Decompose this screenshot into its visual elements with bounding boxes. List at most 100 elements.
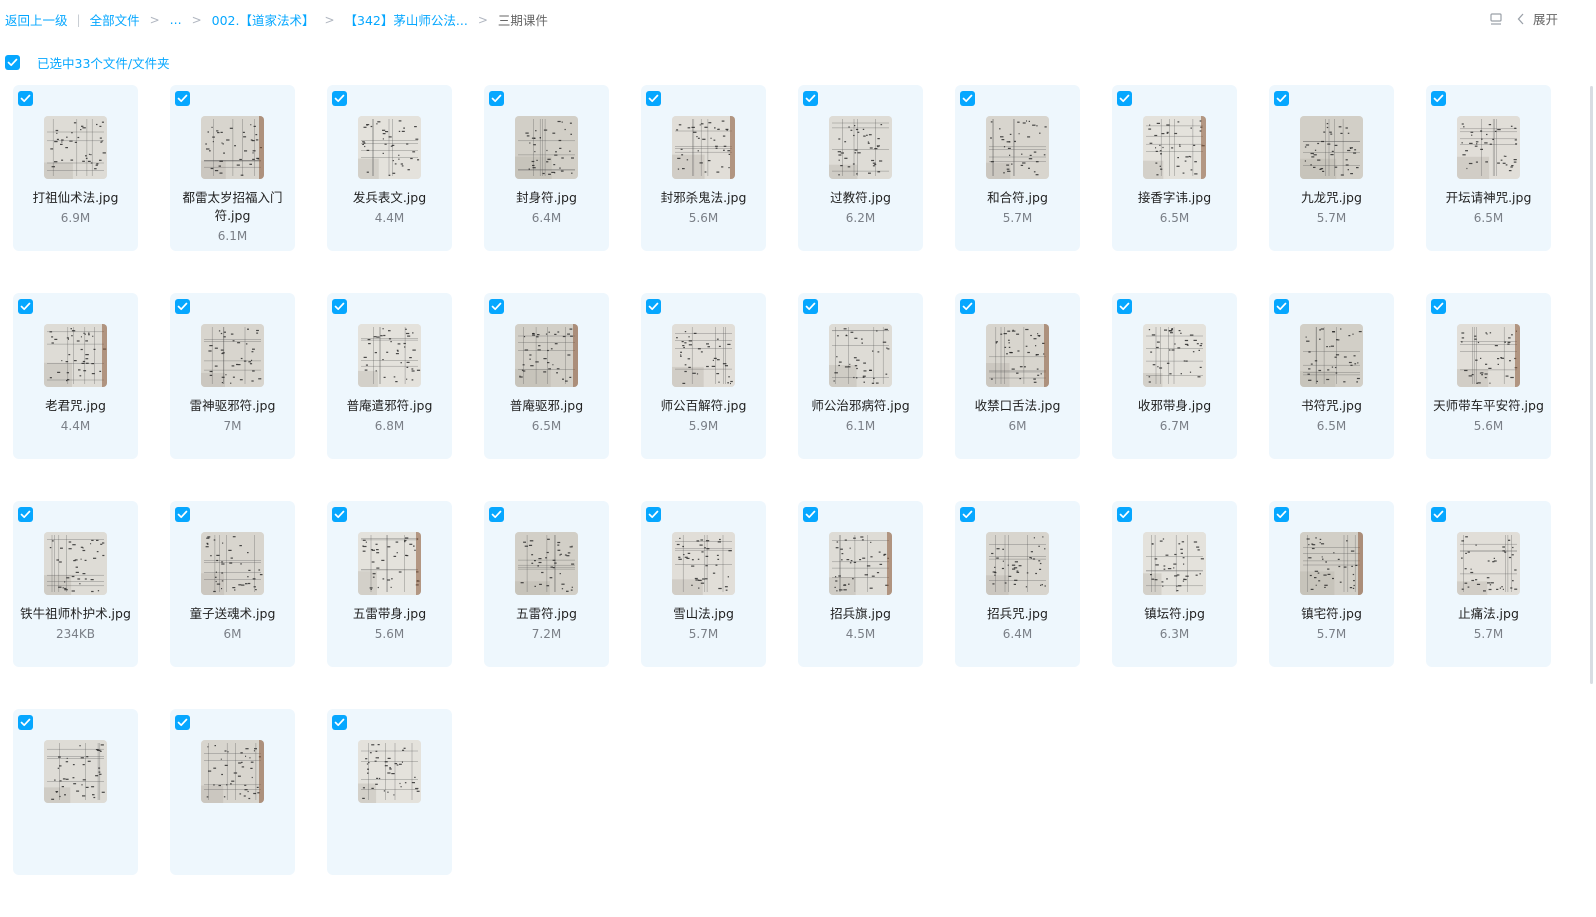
- file-card[interactable]: 封身符.jpg 6.4M: [484, 85, 609, 251]
- file-checkbox[interactable]: [332, 299, 347, 314]
- file-checkbox[interactable]: [1274, 299, 1289, 314]
- file-checkbox[interactable]: [1274, 91, 1289, 106]
- breadcrumb-level1[interactable]: 002.【道家法术】: [212, 10, 315, 29]
- file-card[interactable]: 收邪带身.jpg 6.7M: [1112, 293, 1237, 459]
- file-card[interactable]: 和合符.jpg 5.7M: [955, 85, 1080, 251]
- file-checkbox[interactable]: [489, 91, 504, 106]
- file-thumbnail: [201, 116, 264, 179]
- file-checkbox[interactable]: [332, 715, 347, 730]
- scrollbar[interactable]: [1590, 86, 1596, 684]
- check-icon: [962, 510, 973, 519]
- file-card[interactable]: 师公百解符.jpg 5.9M: [641, 293, 766, 459]
- breadcrumb-ellipsis[interactable]: ...: [170, 12, 182, 27]
- check-icon: [1433, 94, 1444, 103]
- file-card[interactable]: 普庵驱邪.jpg 6.5M: [484, 293, 609, 459]
- file-card[interactable]: 五雷符.jpg 7.2M: [484, 501, 609, 667]
- file-size: 4.4M: [374, 211, 405, 225]
- file-card[interactable]: 镇坛符.jpg 6.3M: [1112, 501, 1237, 667]
- file-card[interactable]: 止痛法.jpg 5.7M: [1426, 501, 1551, 667]
- view-mode-icon[interactable]: [1489, 12, 1503, 26]
- breadcrumb-level2[interactable]: 【342】茅山师公法...: [345, 10, 468, 29]
- file-card[interactable]: 雪山法.jpg 5.7M: [641, 501, 766, 667]
- file-checkbox[interactable]: [1117, 299, 1132, 314]
- file-checkbox[interactable]: [332, 91, 347, 106]
- file-size: 234KB: [55, 627, 95, 641]
- file-card[interactable]: 接香字讳.jpg 6.5M: [1112, 85, 1237, 251]
- check-icon: [962, 94, 973, 103]
- file-name: 五雷带身.jpg: [352, 606, 427, 621]
- file-thumbnail: [986, 324, 1049, 387]
- back-link[interactable]: 返回上一级: [5, 10, 68, 29]
- file-card[interactable]: 天师带车平安符.jpg 5.6M: [1426, 293, 1551, 459]
- file-checkbox[interactable]: [18, 507, 33, 522]
- file-checkbox[interactable]: [960, 507, 975, 522]
- breadcrumb: 返回上一级 | 全部文件 > ... > 002.【道家法术】 > 【342】茅…: [5, 10, 548, 29]
- file-checkbox[interactable]: [175, 715, 190, 730]
- file-checkbox[interactable]: [1117, 507, 1132, 522]
- expand-button[interactable]: 展开: [1517, 9, 1558, 28]
- check-icon: [177, 94, 188, 103]
- file-checkbox[interactable]: [1431, 299, 1446, 314]
- file-checkbox[interactable]: [803, 91, 818, 106]
- file-checkbox[interactable]: [1274, 507, 1289, 522]
- file-checkbox[interactable]: [1431, 507, 1446, 522]
- file-thumbnail: [1457, 116, 1520, 179]
- file-card[interactable]: 书符咒.jpg 6.5M: [1269, 293, 1394, 459]
- file-card[interactable]: 过教符.jpg 6.2M: [798, 85, 923, 251]
- file-checkbox[interactable]: [960, 91, 975, 106]
- check-icon: [1276, 302, 1287, 311]
- file-card[interactable]: 铁牛祖师朴护术.jpg 234KB: [13, 501, 138, 667]
- file-checkbox[interactable]: [646, 91, 661, 106]
- check-icon: [20, 302, 31, 311]
- file-checkbox[interactable]: [1117, 91, 1132, 106]
- file-card[interactable]: 收禁口舌法.jpg 6M: [955, 293, 1080, 459]
- file-name: 招兵旗.jpg: [830, 606, 891, 621]
- file-card[interactable]: 发兵表文.jpg 4.4M: [327, 85, 452, 251]
- file-name: 镇宅符.jpg: [1301, 606, 1362, 621]
- file-card[interactable]: 普庵遣邪符.jpg 6.8M: [327, 293, 452, 459]
- file-checkbox[interactable]: [489, 507, 504, 522]
- file-card[interactable]: 老君咒.jpg 4.4M: [13, 293, 138, 459]
- file-card[interactable]: 打祖仙术法.jpg 6.9M: [13, 85, 138, 251]
- file-checkbox[interactable]: [960, 299, 975, 314]
- scrollbar-thumb[interactable]: [1590, 86, 1593, 684]
- file-card[interactable]: [170, 709, 295, 875]
- file-checkbox[interactable]: [646, 299, 661, 314]
- file-card[interactable]: 镇宅符.jpg 5.7M: [1269, 501, 1394, 667]
- file-checkbox[interactable]: [803, 507, 818, 522]
- file-checkbox[interactable]: [646, 507, 661, 522]
- file-card[interactable]: 招兵旗.jpg 4.5M: [798, 501, 923, 667]
- breadcrumb-root[interactable]: 全部文件: [90, 10, 140, 29]
- file-card[interactable]: 师公治邪病符.jpg 6.1M: [798, 293, 923, 459]
- file-name: 止痛法.jpg: [1458, 606, 1519, 621]
- file-name: 雪山法.jpg: [673, 606, 734, 621]
- file-card[interactable]: 招兵咒.jpg 6.4M: [955, 501, 1080, 667]
- file-checkbox[interactable]: [803, 299, 818, 314]
- file-checkbox[interactable]: [18, 91, 33, 106]
- file-card[interactable]: 开坛请神咒.jpg 6.5M: [1426, 85, 1551, 251]
- file-checkbox[interactable]: [18, 299, 33, 314]
- file-card[interactable]: 封邪杀鬼法.jpg 5.6M: [641, 85, 766, 251]
- select-all-checkbox[interactable]: [5, 55, 20, 70]
- file-checkbox[interactable]: [18, 715, 33, 730]
- file-checkbox[interactable]: [489, 299, 504, 314]
- file-name: 开坛请神咒.jpg: [1445, 190, 1532, 205]
- file-card[interactable]: 五雷带身.jpg 5.6M: [327, 501, 452, 667]
- check-icon: [1433, 510, 1444, 519]
- file-checkbox[interactable]: [175, 507, 190, 522]
- file-card[interactable]: 雷神驱邪符.jpg 7M: [170, 293, 295, 459]
- file-card[interactable]: [327, 709, 452, 875]
- file-name: 收邪带身.jpg: [1137, 398, 1212, 413]
- file-card[interactable]: 童子送魂术.jpg 6M: [170, 501, 295, 667]
- file-checkbox[interactable]: [175, 91, 190, 106]
- file-thumbnail: [672, 324, 735, 387]
- file-thumbnail: [515, 116, 578, 179]
- file-checkbox[interactable]: [1431, 91, 1446, 106]
- file-card[interactable]: 都雷太岁招福入门符.jpg 6.1M: [170, 85, 295, 251]
- check-icon: [491, 510, 502, 519]
- file-card[interactable]: 九龙咒.jpg 5.7M: [1269, 85, 1394, 251]
- file-thumbnail: [1300, 532, 1363, 595]
- file-checkbox[interactable]: [175, 299, 190, 314]
- file-card[interactable]: [13, 709, 138, 875]
- file-checkbox[interactable]: [332, 507, 347, 522]
